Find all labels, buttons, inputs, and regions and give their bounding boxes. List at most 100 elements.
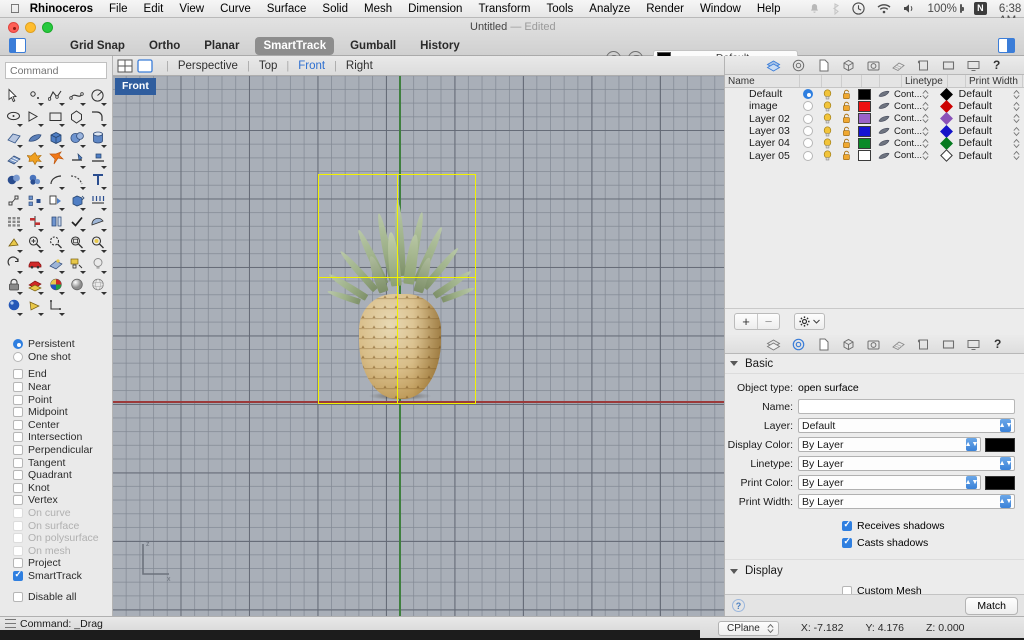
left-panel-toggle-icon[interactable]	[9, 38, 26, 53]
menu-item-rhinoceros[interactable]: Rhinoceros	[30, 3, 93, 15]
layer-name[interactable]: Layer 04	[725, 137, 797, 149]
snap-item-tangent[interactable]: Tangent	[0, 456, 112, 469]
circle-tool-icon[interactable]	[87, 85, 108, 106]
layer-name[interactable]: image	[725, 100, 797, 112]
snap-item-vertex[interactable]: Vertex	[0, 494, 112, 507]
menu-item-analyze[interactable]: Analyze	[589, 3, 630, 15]
checkbox-intersection[interactable]	[13, 432, 23, 443]
box-tool-icon[interactable]	[45, 127, 66, 148]
layer-options-button[interactable]	[794, 313, 825, 330]
point-tool-icon[interactable]	[24, 85, 45, 106]
name-input[interactable]	[798, 399, 1015, 414]
materials-icon[interactable]	[891, 58, 906, 73]
shade-tool-icon[interactable]	[87, 211, 108, 232]
surface-from-points-icon[interactable]	[3, 127, 24, 148]
named-views-icon[interactable]	[916, 58, 931, 73]
rotate-view-icon[interactable]	[3, 253, 24, 274]
radio-persistent[interactable]	[13, 339, 23, 350]
page-icon[interactable]	[816, 337, 831, 352]
ellipse-tool-icon[interactable]	[3, 106, 24, 127]
toggle-smarttrack[interactable]: SmartTrack	[255, 37, 335, 55]
layer-print-width-cell[interactable]: Default	[955, 88, 1009, 100]
layer-color-cell[interactable]	[856, 125, 873, 137]
volume-icon[interactable]	[903, 3, 916, 14]
group-tool-icon[interactable]	[24, 190, 45, 211]
layer-material-cell[interactable]	[873, 114, 894, 124]
layer-print-width-stepper[interactable]	[1009, 138, 1024, 149]
apple-logo-icon[interactable]: 	[10, 2, 20, 15]
layer-print-width-cell[interactable]: Default	[955, 125, 1009, 137]
named-views-icon[interactable]	[916, 337, 931, 352]
polygon-tool-icon[interactable]	[66, 106, 87, 127]
layer-print-width-swatch-cell[interactable]	[938, 100, 955, 113]
loft-surface-icon[interactable]	[24, 127, 45, 148]
explode-tool-icon[interactable]	[45, 148, 66, 169]
front-viewport[interactable]: Front z x	[113, 76, 724, 616]
layers-tool-icon[interactable]	[24, 274, 45, 295]
casts-shadows-row[interactable]: Casts shadows	[725, 534, 1024, 551]
layer-visibility-cell[interactable]	[818, 150, 837, 161]
checkbox-tangent[interactable]	[13, 457, 23, 468]
layer-visibility-cell[interactable]	[818, 138, 837, 149]
color-wheel-icon[interactable]	[45, 274, 66, 295]
lock-tool-icon[interactable]	[3, 274, 24, 295]
menu-item-edit[interactable]: Edit	[144, 3, 164, 15]
picture-frame-icon[interactable]	[66, 253, 87, 274]
checkbox-smarttrack[interactable]	[13, 569, 23, 581]
arc-tool-icon[interactable]	[24, 106, 45, 127]
display-color-select[interactable]: By Layer ▲▼	[798, 437, 981, 452]
table-row[interactable]: image Cont... Default	[725, 100, 1024, 113]
zoom-selected-icon[interactable]	[66, 232, 87, 253]
table-row[interactable]: Layer 05 Cont... Default	[725, 149, 1024, 162]
help-icon[interactable]: ?	[732, 599, 745, 612]
check-tool-icon[interactable]	[66, 211, 87, 232]
layer-visibility-cell[interactable]	[818, 89, 837, 100]
layer-material-cell[interactable]	[873, 126, 894, 136]
layer-color-cell[interactable]	[856, 100, 873, 112]
layer-visibility-cell[interactable]	[818, 125, 837, 137]
basic-section-header[interactable]: Basic	[725, 354, 1024, 374]
wireframe-sphere-icon[interactable]	[87, 274, 108, 295]
layer-current-cell[interactable]	[797, 113, 818, 124]
snap-item-center[interactable]: Center	[0, 419, 112, 432]
layer-select[interactable]: Default ▲▼	[798, 418, 1015, 433]
snap-item-midpoint[interactable]: Midpoint	[0, 406, 112, 419]
trim-tool-icon[interactable]	[66, 148, 87, 169]
camera-icon[interactable]	[866, 337, 881, 352]
properties-icon[interactable]	[791, 58, 806, 73]
bluetooth-icon[interactable]	[832, 2, 840, 15]
menu-item-help[interactable]: Help	[757, 3, 781, 15]
layer-print-width-swatch-cell[interactable]	[938, 136, 955, 150]
menu-item-render[interactable]: Render	[646, 3, 684, 15]
layer-current-cell[interactable]	[797, 89, 818, 100]
print-color-swatch[interactable]	[985, 475, 1015, 490]
text-tool-icon[interactable]	[87, 169, 108, 190]
zoom-window-icon[interactable]	[45, 232, 66, 253]
toggle-planar[interactable]: Planar	[196, 37, 247, 55]
rhino-app-badge-icon[interactable]: N	[973, 2, 987, 15]
copy-tool-icon[interactable]	[45, 190, 66, 211]
viewport-tab-top[interactable]: Top	[259, 60, 278, 72]
linetype-select[interactable]: By Layer ▲▼	[798, 456, 1015, 471]
snap-item-intersection[interactable]: Intersection	[0, 431, 112, 444]
layer-color-cell[interactable]	[856, 137, 873, 149]
menu-item-transform[interactable]: Transform	[478, 3, 530, 15]
cplane-icon[interactable]	[45, 295, 66, 316]
selection-bounding-box[interactable]	[317, 173, 477, 405]
layer-material-cell[interactable]	[873, 151, 894, 161]
layer-print-width-stepper[interactable]	[1009, 101, 1024, 112]
layer-current-cell[interactable]	[797, 101, 818, 112]
hamburger-icon[interactable]	[5, 619, 16, 628]
offset-tool-icon[interactable]	[45, 211, 66, 232]
checkbox-project[interactable]	[13, 558, 23, 569]
table-row[interactable]: Layer 03 Cont... Default	[725, 124, 1024, 138]
receives-shadows-row[interactable]: Receives shadows	[725, 517, 1024, 534]
layer-visibility-cell[interactable]	[818, 101, 837, 112]
checkbox-knot[interactable]	[13, 482, 23, 493]
wifi-icon[interactable]	[877, 3, 891, 14]
shaded-sphere-icon[interactable]	[66, 274, 87, 295]
fillet-tool-icon[interactable]	[87, 106, 108, 127]
layers-icon[interactable]	[766, 337, 781, 352]
menu-item-file[interactable]: File	[109, 3, 128, 15]
layer-print-width-swatch-cell[interactable]	[938, 149, 955, 162]
